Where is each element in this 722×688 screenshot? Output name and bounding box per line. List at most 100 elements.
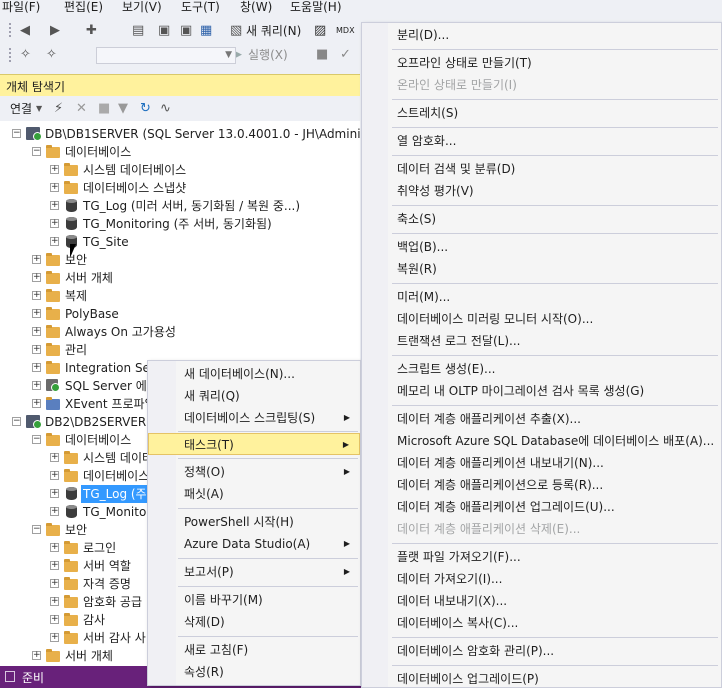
menu-tools[interactable]: 도구(T) [181,0,220,14]
menu-file[interactable]: 파일(F) [2,0,40,14]
menu-item-stretch[interactable]: 스트레치(S) [362,102,721,124]
stop-icon[interactable]: ■ [98,101,110,117]
new-query-icon[interactable]: ▧ [230,23,242,39]
menu-item-export-data[interactable]: 데이터 내보내기(X)... [362,590,721,612]
menu-item-vulnerability-assessment[interactable]: 취약성 평가(V) [362,180,721,202]
menu-item-backup[interactable]: 백업(B)... [362,236,721,258]
save-all-icon[interactable]: ▣ [180,23,192,39]
back-icon[interactable]: ◀ [20,23,30,39]
menu-item-upgrade-database[interactable]: 데이터베이스 업그레이드(P) [362,668,721,688]
expand-icon[interactable]: + [32,381,41,390]
chevron-down-icon[interactable]: ▼ [36,101,42,117]
disconnect-icon[interactable]: ✕ [76,101,87,117]
save-icon[interactable]: ▣ [158,23,170,39]
menu-item-deploy-azure[interactable]: Microsoft Azure SQL Database에 데이터베이스 배포(… [362,430,721,452]
activity-monitor-icon[interactable]: ∿ [160,101,171,117]
expand-icon[interactable]: + [50,183,59,192]
menu-item-register-data-tier[interactable]: 데이터 계층 애플리케이션으로 등록(R)... [362,474,721,496]
menu-item-oltp-migration-checklist[interactable]: 메모리 내 OLTP 마이그레이션 검사 목록 생성(G) [362,380,721,402]
expand-icon[interactable]: + [50,237,59,246]
menu-item-restore[interactable]: 복원(R) [362,258,721,280]
menu-view[interactable]: 보기(V) [122,0,162,14]
collapse-icon[interactable]: − [32,435,41,444]
expand-icon[interactable]: + [50,201,59,210]
menu-item-data-discovery[interactable]: 데이터 검색 및 분류(D) [362,158,721,180]
expand-icon[interactable]: + [50,471,59,480]
menu-item-delete-data-tier[interactable]: 데이터 계층 애플리케이션 삭제(E)... [362,518,721,540]
menu-item-import-data[interactable]: 데이터 가져오기(I)... [362,568,721,590]
new-project-icon[interactable]: ✚ [86,23,97,39]
menu-item-mirror[interactable]: 미러(M)... [362,286,721,308]
menu-item-take-offline[interactable]: 오프라인 상태로 만들기(T) [362,52,721,74]
save-all-blue-icon[interactable]: ▦ [200,23,212,39]
expand-icon[interactable]: + [32,273,41,282]
menu-item-shrink[interactable]: 축소(S) [362,208,721,230]
expand-icon[interactable]: + [50,219,59,228]
menu-window[interactable]: 창(W) [240,0,272,14]
menu-item-delete[interactable]: 삭제(D) [148,611,360,633]
available-databases-icon[interactable]: ✧ [20,47,31,63]
open-file-icon[interactable]: ▤ [132,23,144,39]
expand-icon[interactable]: + [32,327,41,336]
menu-item-export-data-tier[interactable]: 데이터 계층 애플리케이션 내보내기(N)... [362,452,721,474]
menu-item-bring-online[interactable]: 온라인 상태로 만들기(I) [362,74,721,96]
menu-edit[interactable]: 편집(E) [64,0,103,14]
expand-icon[interactable]: + [50,615,59,624]
connect-button[interactable]: 연결 [10,101,32,117]
menu-item-new-database[interactable]: 새 데이터베이스(N)... [148,363,360,385]
menu-item-reports[interactable]: 보고서(P) ▶ [148,561,360,583]
expand-icon[interactable]: + [50,543,59,552]
menu-item-import-flat-file[interactable]: 플랫 파일 가져오기(F)... [362,546,721,568]
expand-icon[interactable]: + [50,507,59,516]
expand-icon[interactable]: + [32,291,41,300]
expand-icon[interactable]: + [32,363,41,372]
menu-item-azure-data-studio[interactable]: Azure Data Studio(A) ▶ [148,533,360,555]
database-engine-query-icon[interactable]: ▨ [314,23,326,39]
expand-icon[interactable]: + [32,651,41,660]
mdx-query-button[interactable]: MDX [336,26,355,36]
menu-item-refresh[interactable]: 새로 고침(F) [148,639,360,661]
refresh-icon[interactable]: ↻ [140,101,151,117]
expand-icon[interactable]: + [50,633,59,642]
collapse-icon[interactable]: − [12,417,21,426]
menu-item-manage-encryption[interactable]: 데이터베이스 암호화 관리(P)... [362,640,721,662]
expand-icon[interactable]: + [32,255,41,264]
menu-item-copy-database[interactable]: 데이터베이스 복사(C)... [362,612,721,634]
parse-icon[interactable]: ✓ [340,47,351,63]
collapse-icon[interactable]: − [32,147,41,156]
menu-item-tasks[interactable]: 태스크(T) ▶ [148,433,360,455]
menu-item-log-shipping[interactable]: 트랜잭션 로그 전달(L)... [362,330,721,352]
collapse-icon[interactable]: − [32,525,41,534]
menu-item-upgrade-data-tier[interactable]: 데이터 계층 애플리케이션 업그레이드(U)... [362,496,721,518]
expand-icon[interactable]: + [32,399,41,408]
expand-icon[interactable]: + [50,597,59,606]
expand-icon[interactable]: + [50,165,59,174]
cancel-query-icon[interactable]: ■ [316,47,328,63]
expand-icon[interactable]: + [50,579,59,588]
connect-icon[interactable]: ⚡ [54,101,63,117]
expand-icon[interactable]: + [50,489,59,498]
menu-item-properties[interactable]: 속성(R) [148,661,360,683]
collapse-icon[interactable]: − [12,129,21,138]
forward-icon[interactable]: ▶ [50,23,60,39]
menu-item-facets[interactable]: 패싯(A) [148,483,360,505]
expand-icon[interactable]: + [32,345,41,354]
menu-item-detach[interactable]: 분리(D)... [362,24,721,46]
menu-item-new-query[interactable]: 새 쿼리(Q) [148,385,360,407]
menu-item-start-powershell[interactable]: PowerShell 시작(H) [148,511,360,533]
menu-item-generate-scripts[interactable]: 스크립트 생성(E)... [362,358,721,380]
menu-item-encrypt-columns[interactable]: 열 암호화... [362,130,721,152]
menu-help[interactable]: 도움말(H) [290,0,342,14]
menu-item-mirroring-monitor[interactable]: 데이터베이스 미러링 모니터 시작(O)... [362,308,721,330]
menu-item-rename[interactable]: 이름 바꾸기(M) [148,589,360,611]
toolbar-grip[interactable] [8,22,12,38]
new-query-button[interactable]: 새 쿼리(N) [246,23,301,39]
expand-icon[interactable]: + [50,453,59,462]
menu-item-extract-data-tier[interactable]: 데이터 계층 애플리케이션 추출(X)... [362,408,721,430]
menu-item-script-database[interactable]: 데이터베이스 스크립팅(S) ▶ [148,407,360,429]
execute-button[interactable]: 실행(X) [248,47,288,63]
database-selector[interactable]: ▼ [96,47,236,64]
toolbar-grip-2[interactable] [8,47,12,63]
filter-icon[interactable]: ▼ [118,101,128,117]
change-connection-icon[interactable]: ✧ [46,47,57,63]
